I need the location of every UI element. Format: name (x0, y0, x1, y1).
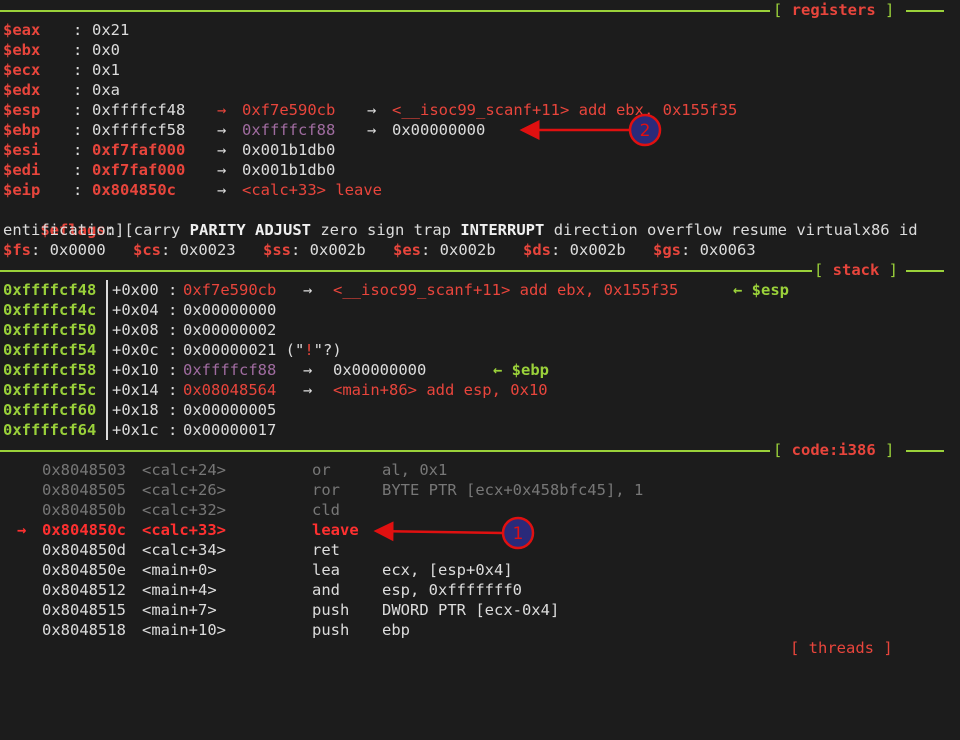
annotation-overlay: 2 1 (373, 113, 662, 550)
gdb-terminal: [ registers ] $eax:0x21 $ebx:0x0 $ecx:0x… (0, 0, 960, 657)
annotation-label-2: 2 (640, 121, 651, 141)
annotation-arrow-1 (373, 521, 504, 542)
annotation-label-1: 1 (513, 524, 524, 544)
